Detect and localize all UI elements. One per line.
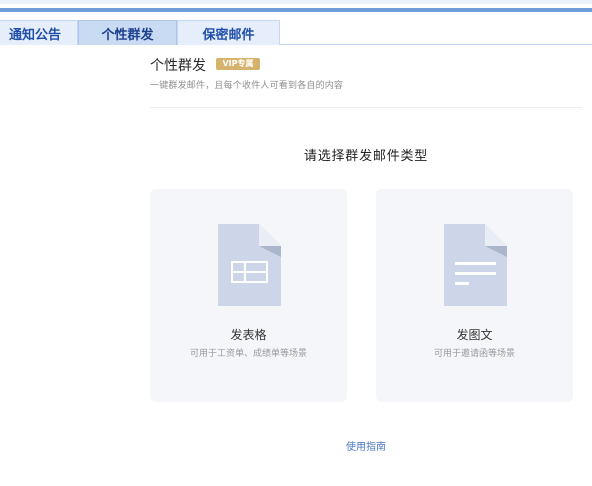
divider [150,107,582,108]
tab-personal-mass-send[interactable]: 个性群发 [78,20,177,45]
top-accent-line [0,8,592,12]
top-strip [0,0,592,4]
send-spreadsheet-desc: 可用于工资单、成绩单等场景 [189,349,307,359]
tab-notice[interactable]: 通知公告 [0,20,78,45]
tab-bar: 通知公告 个性群发 保密邮件 [0,20,592,45]
tab-notice-label: 通知公告 [8,27,61,43]
send-spreadsheet-label: 发表格 [230,328,267,342]
send-spreadsheet-card[interactable]: 发表格 可用于工资单、成绩单等场景 [150,189,347,402]
send-rich-text-card[interactable]: 发图文 可用于邀请函等场景 [376,189,573,402]
tab-confidential-mail-label: 保密邮件 [202,27,255,43]
tab-personal-mass-send-label: 个性群发 [101,27,154,43]
top-bar [0,0,592,13]
send-rich-text-label: 发图文 [456,328,493,342]
choose-type-prompt: 请选择群发邮件类型 [303,149,429,164]
user-guide-link[interactable]: 使用指南 [330,438,402,453]
send-rich-text-desc: 可用于邀请函等场景 [433,349,515,359]
page-title: 个性群发 [150,58,206,74]
tab-confidential-mail[interactable]: 保密邮件 [177,20,280,45]
page-description: 一键群发邮件，且每个收件人可看到各自的内容 [150,81,344,91]
spreadsheet-document-icon [218,224,281,306]
vip-badge: VIP专属 [216,58,260,70]
text-document-icon [444,224,507,306]
